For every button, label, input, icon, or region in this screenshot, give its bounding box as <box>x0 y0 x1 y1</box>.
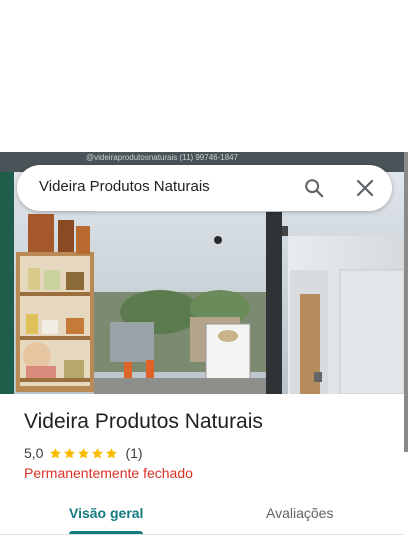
search-icon[interactable] <box>303 177 325 199</box>
star-icon <box>64 447 76 458</box>
star-icon <box>50 447 62 458</box>
close-icon[interactable] <box>355 178 375 198</box>
rating-value: 5,0 <box>24 445 44 461</box>
star-icon <box>106 447 118 458</box>
search-input[interactable]: Videira Produtos Naturais <box>39 178 210 195</box>
star-rating <box>49 447 119 460</box>
tab-divider <box>0 534 404 535</box>
star-icon <box>78 447 90 458</box>
rating-row[interactable]: 5,0 (1) <box>24 444 143 462</box>
business-status: Permanentemente fechado <box>24 465 193 481</box>
place-title: Videira Produtos Naturais <box>24 410 263 433</box>
review-count[interactable]: (1) <box>125 445 142 461</box>
scrollbar[interactable] <box>404 152 408 452</box>
tab-overview[interactable]: Visão geral <box>69 505 143 521</box>
search-bar[interactable]: Videira Produtos Naturais <box>17 165 392 211</box>
tab-reviews[interactable]: Avaliações <box>266 505 333 521</box>
signage-text: @videiraprodutosnaturais (11) 99746-1847 <box>86 153 239 162</box>
star-icon <box>92 447 104 458</box>
